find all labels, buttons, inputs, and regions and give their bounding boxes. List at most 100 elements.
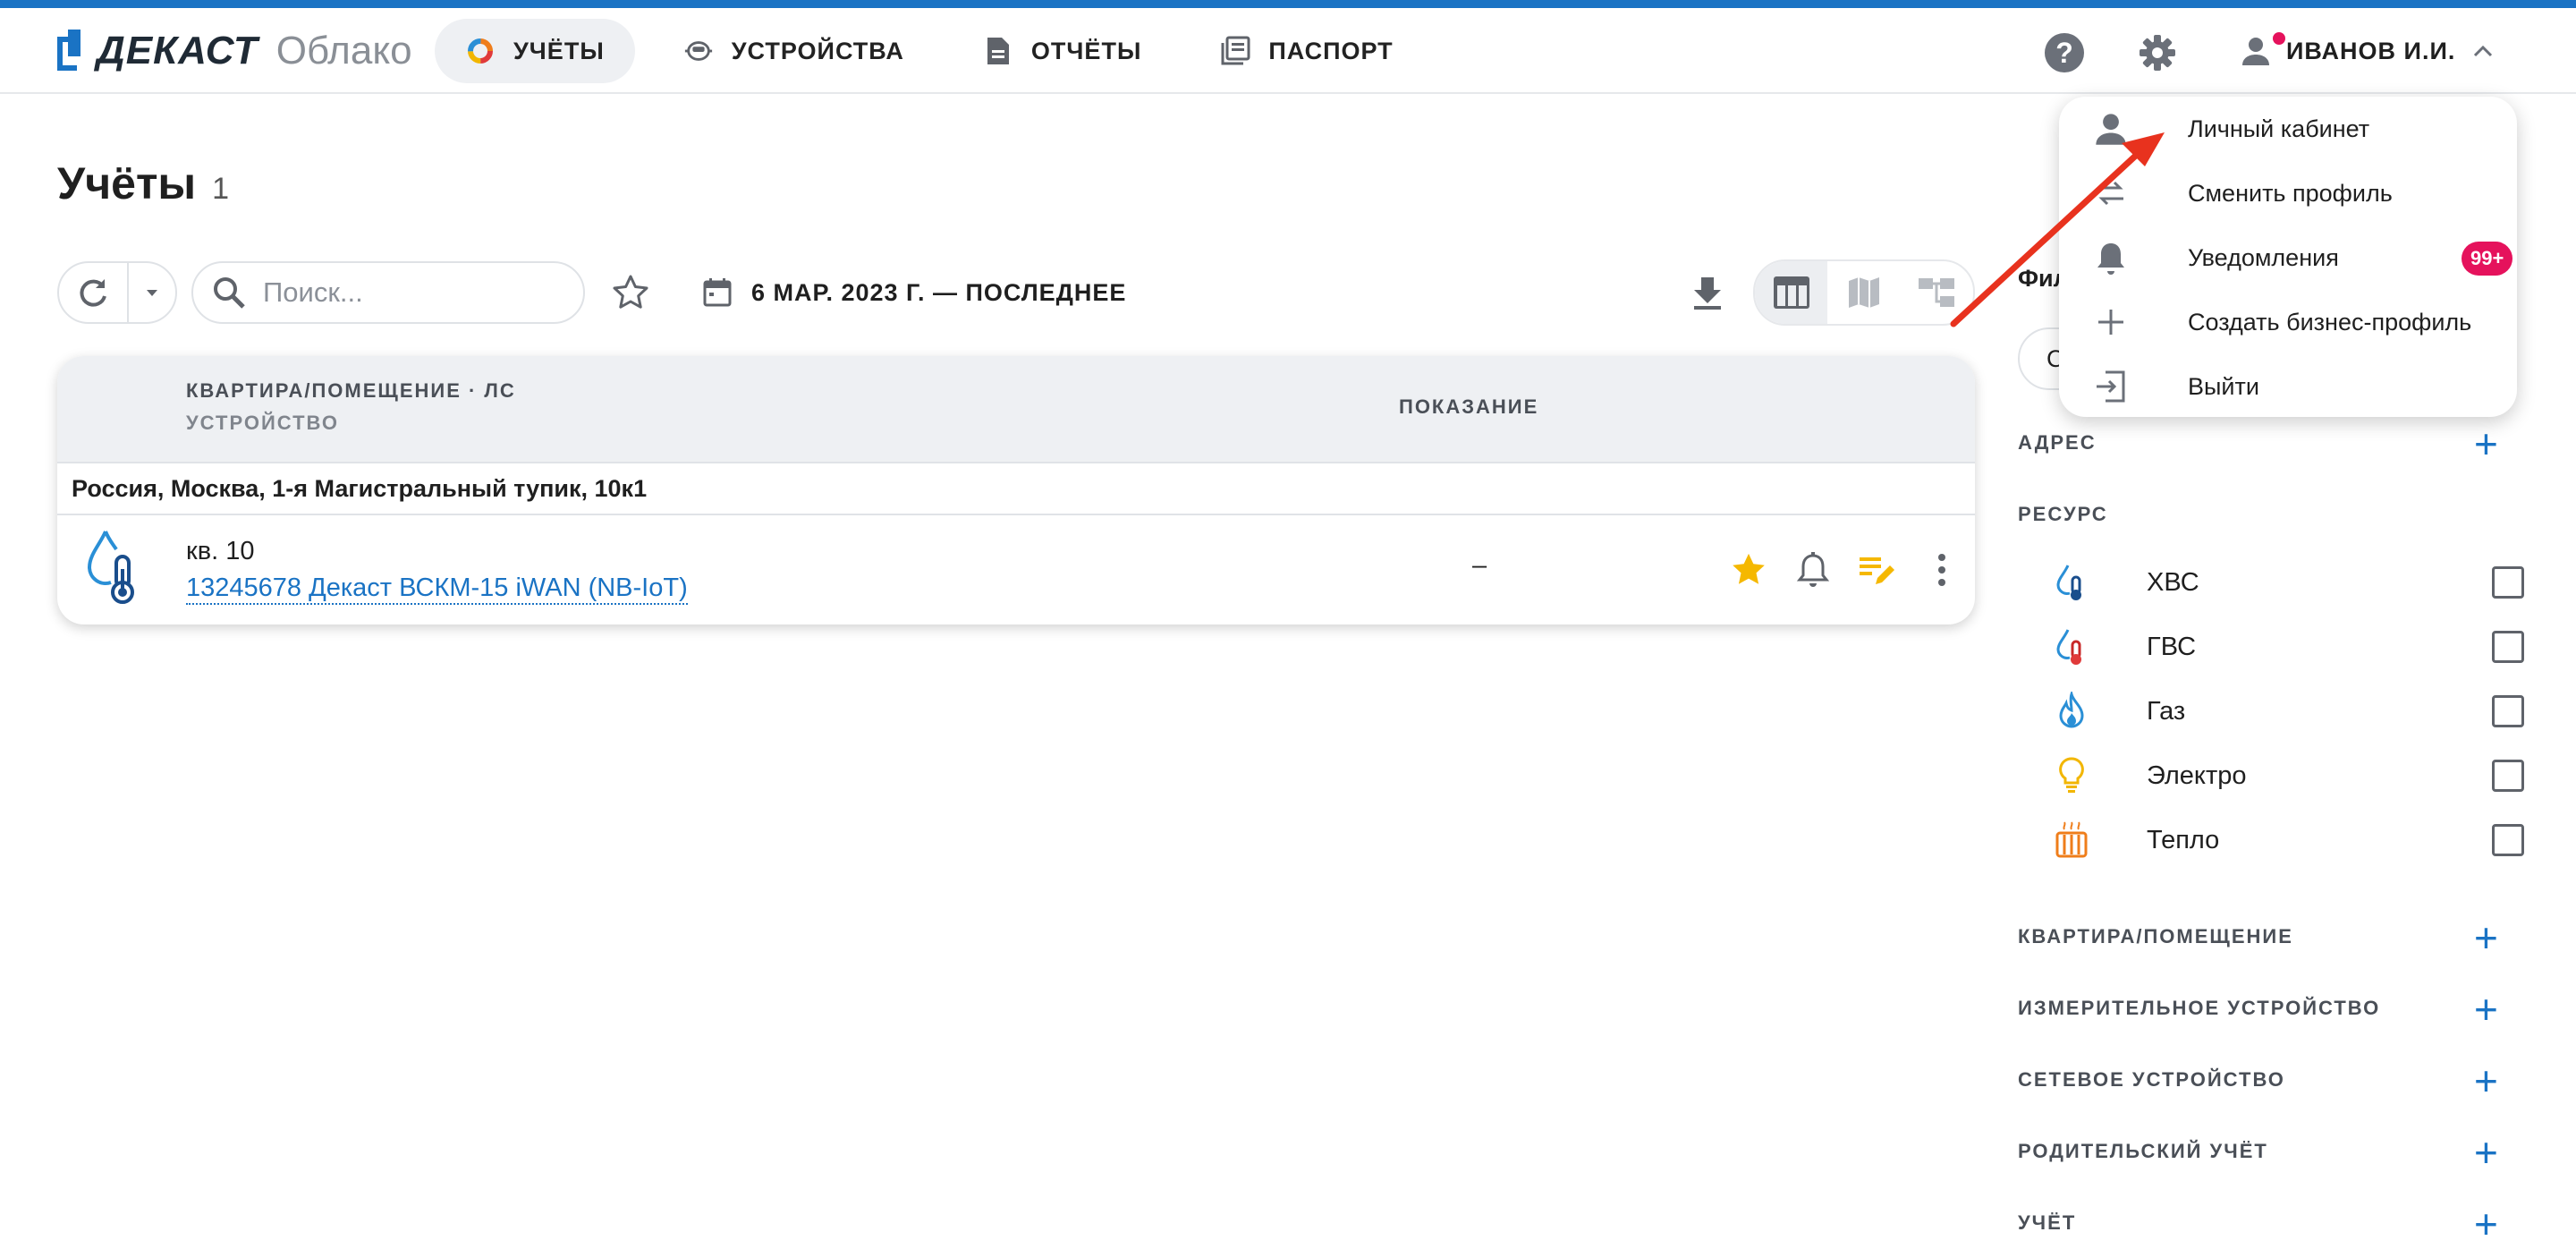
more-vert-icon[interactable] xyxy=(1921,549,1962,591)
resource-item-heat[interactable]: Тепло xyxy=(2054,818,2524,862)
tree-view-button[interactable] xyxy=(1901,261,1973,324)
menu-item-label: Сменить профиль xyxy=(2188,179,2393,207)
menu-item-notifications[interactable]: Уведомления 99+ xyxy=(2059,225,2517,290)
resource-checkbox[interactable] xyxy=(2492,566,2524,599)
download-icon xyxy=(1694,277,1721,310)
column-apartment[interactable]: КВАРТИРА/ПОМЕЩЕНИЕ · ЛС xyxy=(186,379,516,403)
page-title: Учёты 1 xyxy=(57,157,229,209)
search-input[interactable] xyxy=(263,276,549,309)
resource-checkbox[interactable] xyxy=(2492,695,2524,727)
resource-checkbox[interactable] xyxy=(2492,631,2524,663)
filter-section-address: АДРЕС xyxy=(2018,431,2097,454)
nav-reports-label: ОТЧЁТЫ xyxy=(1030,37,1142,64)
nav-accounts[interactable]: УЧЁТЫ xyxy=(435,19,635,83)
favorite-star-icon[interactable] xyxy=(1728,549,1769,591)
refresh-button[interactable] xyxy=(59,263,129,322)
notifications-badge: 99+ xyxy=(2462,242,2513,276)
apartment-label: кв. 10 xyxy=(186,537,255,565)
cold-water-icon xyxy=(84,528,141,605)
date-filter-button[interactable]: 6 МАР. 2023 Г. — ПОСЛЕДНЕЕ xyxy=(701,270,1126,315)
add-network-filter-icon[interactable]: + xyxy=(2474,1060,2498,1101)
resource-item-cold-water[interactable]: ХВС xyxy=(2054,560,2524,605)
library-icon xyxy=(1220,36,1250,66)
view-switcher xyxy=(1753,259,1975,326)
refresh-dropdown-button[interactable] xyxy=(129,263,175,322)
resource-item-electric[interactable]: Электро xyxy=(2054,753,2524,798)
filter-section-apartment: КВАРТИРА/ПОМЕЩЕНИЕ xyxy=(2018,925,2293,947)
row-actions xyxy=(1728,549,1962,591)
person-icon xyxy=(2242,38,2269,65)
resource-checkbox[interactable] xyxy=(2492,824,2524,856)
add-apartment-filter-icon[interactable]: + xyxy=(2474,917,2498,958)
table-icon xyxy=(1773,276,1809,309)
resource-item-hot-water[interactable]: ГВС xyxy=(2054,624,2524,669)
menu-item-label: Создать бизнес-профиль xyxy=(2188,308,2472,336)
person-icon xyxy=(2089,107,2132,150)
pie-chart-icon xyxy=(465,36,496,66)
logo-subtitle: Облако xyxy=(275,29,412,72)
logout-icon xyxy=(2089,365,2132,408)
resource-label: Электро xyxy=(2147,760,2247,790)
nav-passport-label: ПАСПОРТ xyxy=(1268,37,1394,64)
calendar-icon xyxy=(703,278,732,307)
refresh-icon xyxy=(80,279,106,307)
menu-item-create-business-profile[interactable]: Создать бизнес-профиль xyxy=(2059,290,2517,354)
download-button[interactable] xyxy=(1687,272,1728,313)
logo-mark-icon xyxy=(57,30,84,72)
device-link[interactable]: 13245678 Декаст ВСКМ-15 iWAN (NB-IoT) xyxy=(186,573,688,605)
address-group-header: Россия, Москва, 1-я Магистральный тупик,… xyxy=(57,463,1975,515)
column-reading[interactable]: ПОКАЗАНИЕ xyxy=(1399,395,1538,419)
edit-notes-icon[interactable] xyxy=(1857,549,1898,591)
filter-section-network: СЕТЕВОЕ УСТРОЙСТВО xyxy=(2018,1068,2285,1091)
hot-water-icon xyxy=(2054,626,2089,667)
reading-value: – xyxy=(1472,551,1487,580)
table-view-button[interactable] xyxy=(1755,261,1828,324)
resource-item-gas[interactable]: Газ xyxy=(2054,689,2524,734)
search-icon xyxy=(214,277,245,309)
document-icon xyxy=(983,36,1013,66)
column-device[interactable]: УСТРОЙСТВО xyxy=(186,412,339,435)
menu-item-label: Выйти xyxy=(2188,372,2259,400)
resource-checkbox[interactable] xyxy=(2492,760,2524,792)
favorites-filter-button[interactable] xyxy=(610,272,651,313)
radiator-icon xyxy=(2054,820,2089,861)
filter-section-account: УЧЁТ xyxy=(2018,1211,2077,1234)
star-outline-icon xyxy=(613,275,648,309)
logo[interactable]: ДЕКАСТ Облако xyxy=(57,26,412,76)
resource-label: ГВС xyxy=(2147,632,2197,661)
add-parent-filter-icon[interactable]: + xyxy=(2474,1132,2498,1173)
accounts-table: КВАРТИРА/ПОМЕЩЕНИЕ · ЛС УСТРОЙСТВО ПОКАЗ… xyxy=(57,356,1975,624)
menu-item-logout[interactable]: Выйти xyxy=(2059,354,2517,419)
bell-outline-icon[interactable] xyxy=(1792,549,1834,591)
nav-devices-label: УСТРОЙСТВА xyxy=(731,37,904,64)
filter-section-resource: РЕСУРС xyxy=(2018,503,2108,525)
menu-item-personal-account[interactable]: Личный кабинет xyxy=(2059,97,2517,161)
top-accent-bar xyxy=(0,0,2576,8)
add-meter-filter-icon[interactable]: + xyxy=(2474,989,2498,1030)
add-address-filter-icon[interactable]: + xyxy=(2474,423,2498,464)
bell-icon xyxy=(2089,236,2132,279)
main-nav: УЧЁТЫ УСТРОЙСТВА ОТЧЁТЫ ПАСПОРТ xyxy=(435,19,1424,83)
nav-reports[interactable]: ОТЧЁТЫ xyxy=(953,19,1172,83)
nav-accounts-label: УЧЁТЫ xyxy=(513,37,605,64)
help-icon[interactable]: ? xyxy=(2045,33,2084,72)
nav-devices[interactable]: УСТРОЙСТВА xyxy=(653,19,935,83)
map-view-button[interactable] xyxy=(1827,261,1900,324)
search-field[interactable] xyxy=(191,261,585,324)
nav-passport[interactable]: ПАСПОРТ xyxy=(1190,19,1423,83)
user-dropdown-menu: Личный кабинет Сменить профиль Уведомлен… xyxy=(2059,97,2517,417)
resource-label: ХВС xyxy=(2147,567,2199,597)
menu-item-switch-profile[interactable]: Сменить профиль xyxy=(2059,161,2517,225)
table-row[interactable]: кв. 10 13245678 Декаст ВСКМ-15 iWAN (NB-… xyxy=(57,515,1975,623)
user-name: ИВАНОВ И.И. xyxy=(2286,37,2456,64)
app-header: ДЕКАСТ Облако УЧЁТЫ УСТРОЙСТВА ОТЧЁТЫ ПА… xyxy=(0,8,2576,94)
plus-icon xyxy=(2089,301,2132,344)
date-filter-label: 6 МАР. 2023 Г. — ПОСЛЕДНЕЕ xyxy=(751,278,1127,306)
refresh-split-button xyxy=(57,261,177,324)
map-icon xyxy=(1848,277,1879,308)
logo-brand: ДЕКАСТ xyxy=(97,29,258,72)
gas-icon xyxy=(2054,691,2089,732)
add-account-filter-icon[interactable]: + xyxy=(2474,1203,2498,1245)
gear-icon[interactable] xyxy=(2138,33,2177,72)
menu-item-label: Личный кабинет xyxy=(2188,115,2370,142)
